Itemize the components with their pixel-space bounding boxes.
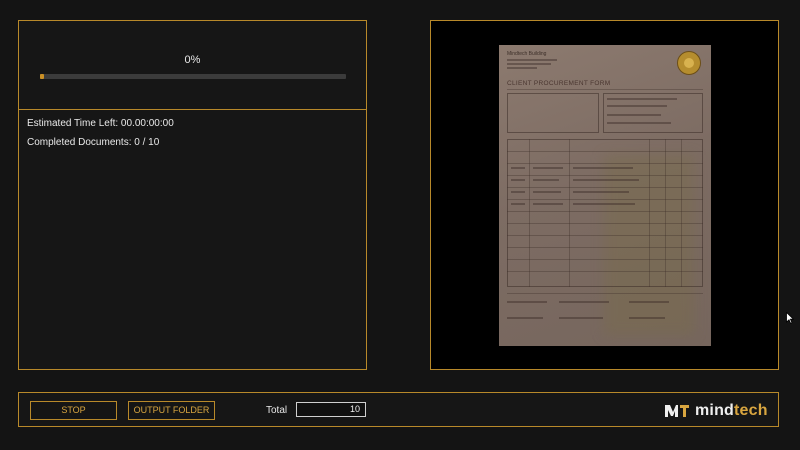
document-table-column xyxy=(529,139,530,287)
document-preview-panel: Mindtech Building CLIENT PROCUREMENT FOR… xyxy=(430,20,779,370)
document-table-row xyxy=(507,187,703,188)
document-text-line xyxy=(629,301,669,303)
document-table-column xyxy=(681,139,682,287)
document-text-line xyxy=(511,179,525,181)
mouse-cursor-icon xyxy=(786,312,794,324)
progress-bar-fill xyxy=(40,74,44,79)
document-text-line xyxy=(507,317,543,319)
document-table-row xyxy=(507,163,703,164)
document-table-column xyxy=(665,139,666,287)
document-table-row xyxy=(507,259,703,260)
document-text-line xyxy=(573,203,635,205)
document-text-line xyxy=(607,98,677,100)
document-form-title: CLIENT PROCUREMENT FORM xyxy=(507,80,611,87)
document-table-row xyxy=(507,223,703,224)
output-folder-button[interactable]: OUTPUT FOLDER xyxy=(128,401,215,420)
document-table-column xyxy=(649,139,650,287)
document-rule xyxy=(507,293,703,294)
document-seal-icon xyxy=(677,51,701,75)
document-table-column xyxy=(569,139,570,287)
total-label: Total xyxy=(266,405,288,416)
document-text-line xyxy=(507,59,557,61)
stop-button[interactable]: STOP xyxy=(30,401,117,420)
bottom-toolbar: STOP OUTPUT FOLDER Total 10 mindtech xyxy=(18,392,779,427)
document-table-row xyxy=(507,211,703,212)
brand-name-tech: tech xyxy=(734,402,768,419)
document-text-line xyxy=(511,203,525,205)
document-text-line xyxy=(533,179,559,181)
document-text-line xyxy=(511,167,525,169)
document-text-line xyxy=(573,191,629,193)
document-table-row xyxy=(507,247,703,248)
document-table-row xyxy=(507,151,703,152)
document-preview-image: Mindtech Building CLIENT PROCUREMENT FOR… xyxy=(499,45,711,346)
document-text-line xyxy=(507,67,537,69)
document-items-table xyxy=(507,139,703,287)
document-text-line xyxy=(607,105,667,107)
total-field[interactable]: 10 xyxy=(296,402,366,417)
document-text-line xyxy=(507,63,551,65)
document-text-line xyxy=(607,114,661,116)
mindtech-logo-icon xyxy=(665,405,689,417)
document-table-row xyxy=(507,271,703,272)
progress-panel: 0% xyxy=(18,20,367,110)
brand-logo: mindtech xyxy=(664,401,768,421)
document-text-line xyxy=(533,167,563,169)
estimated-time-left: Estimated Time Left: 00.00:00:00 xyxy=(27,118,174,129)
brand-name-mind: mind xyxy=(695,402,735,419)
document-company-name: Mindtech Building xyxy=(507,51,547,57)
document-text-line xyxy=(507,301,547,303)
document-text-line xyxy=(573,179,639,181)
document-text-line xyxy=(559,317,603,319)
document-text-line xyxy=(533,203,563,205)
progress-bar xyxy=(40,74,346,79)
brand-name: mindtech xyxy=(695,402,768,420)
document-text-line xyxy=(629,317,665,319)
document-text-line xyxy=(573,167,633,169)
document-text-line xyxy=(607,122,671,124)
document-address-box xyxy=(507,93,599,133)
progress-percent: 0% xyxy=(184,54,201,66)
document-table-row xyxy=(507,199,703,200)
document-text-line xyxy=(559,301,609,303)
document-text-line xyxy=(511,191,525,193)
document-text-line xyxy=(533,191,561,193)
stats-panel: Estimated Time Left: 00.00:00:00 Complet… xyxy=(18,110,367,370)
completed-documents: Completed Documents: 0 / 10 xyxy=(27,137,160,148)
document-table-row xyxy=(507,235,703,236)
app-window: 0% Estimated Time Left: 00.00:00:00 Comp… xyxy=(0,0,800,450)
document-table-row xyxy=(507,175,703,176)
document-rule xyxy=(507,89,703,90)
